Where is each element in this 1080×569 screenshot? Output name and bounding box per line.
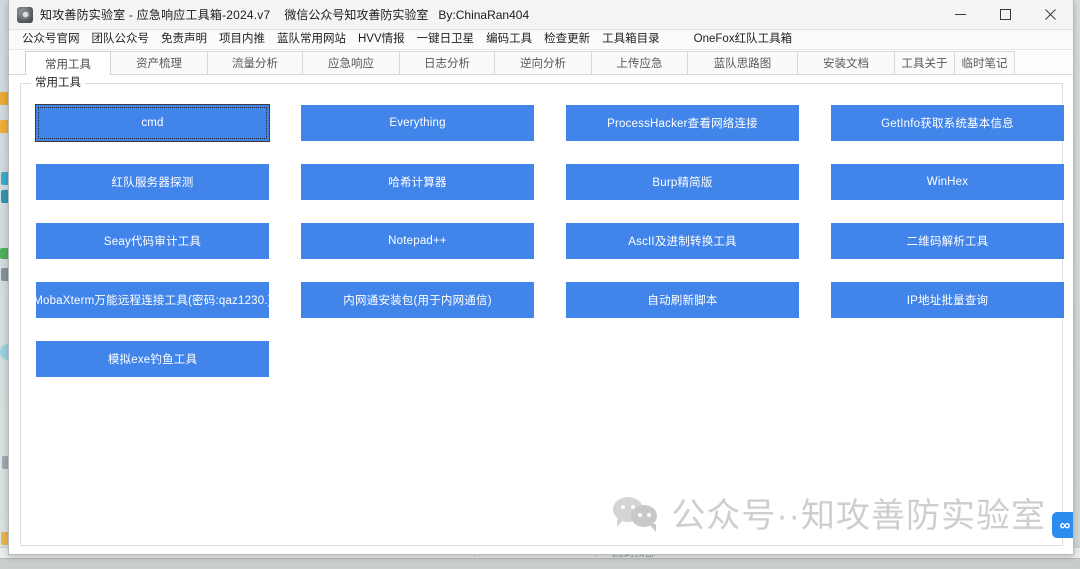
tool-button-processhacker[interactable]: ProcessHacker查看网络连接	[566, 105, 799, 141]
menu-item-gongjuxiang-mulu[interactable]: 工具箱目录	[596, 30, 666, 49]
groupbox-legend: 常用工具	[31, 76, 85, 90]
tab-nixiang-fenxi[interactable]: 逆向分析	[494, 51, 592, 74]
menu-item-yijian-riweixing[interactable]: 一键日卫星	[411, 30, 481, 49]
tool-button-burp-jingjianban[interactable]: Burp精简版	[566, 164, 799, 200]
tool-button-getinfo[interactable]: GetInfo获取系统基本信息	[831, 105, 1064, 141]
menu-item-jiancha-gengxin[interactable]: 检查更新	[538, 30, 596, 49]
tool-button-zidong-shuaxin-jiaoben[interactable]: 自动刷新脚本	[566, 282, 799, 318]
wechat-bubbles-icon	[613, 493, 667, 533]
tab-shangchuan-yingji[interactable]: 上传应急	[591, 51, 688, 74]
tools-groupbox: 常用工具 cmd Everything ProcessHacker查看网络连接 …	[20, 76, 1073, 546]
tool-button-everything[interactable]: Everything	[301, 105, 534, 141]
watermark-text: 公众号··知攻善防实验室	[671, 497, 1046, 535]
menu-bar: 公众号官网 团队公众号 免责声明 项目内推 蓝队常用网站 HVV情报 一键日卫星…	[9, 30, 1073, 50]
tab-yingji-xiangying[interactable]: 应急响应	[302, 51, 400, 74]
wechat-badge-icon: ∞	[1052, 512, 1073, 538]
taskbar[interactable]	[0, 558, 1080, 569]
tool-button-erweima-jiexi[interactable]: 二维码解析工具	[831, 223, 1064, 259]
tool-button-hash-jisuanqi[interactable]: 哈希计算器	[301, 164, 534, 200]
tab-zichan-shuli[interactable]: 资产梳理	[110, 51, 208, 74]
tab-gongju-guanyu[interactable]: 工具关于	[894, 51, 955, 74]
window-subtitle: 微信公众号知攻善防实验室	[284, 8, 429, 22]
tab-strip: 常用工具 资产梳理 流量分析 应急响应 日志分析 逆向分析 上传应急 蓝队思路图…	[9, 50, 1073, 75]
tool-button-mobaxterm[interactable]: MobaXterm万能远程连接工具(密码:qaz1230.)	[33, 282, 272, 318]
tool-button-winhex[interactable]: WinHex	[831, 164, 1064, 200]
tool-button-neiwangtong-anzhuangbao[interactable]: 内网通安装包(用于内网通信)	[301, 282, 534, 318]
tab-landui-siluotu[interactable]: 蓝队思路图	[687, 51, 798, 74]
menu-item-onefox-hongdui-gongjuxiang[interactable]: OneFox红队工具箱	[688, 30, 798, 49]
wechat-badge-glyph: ∞	[1059, 516, 1071, 534]
menu-item-landui-changyong-wangzhan[interactable]: 蓝队常用网站	[271, 30, 352, 49]
close-button[interactable]	[1028, 0, 1073, 29]
window-author: By:ChinaRan404	[438, 7, 530, 22]
tool-button-hongdui-fuwuqi-tance[interactable]: 红队服务器探测	[36, 164, 269, 200]
menu-item-hvv-qingbao[interactable]: HVV情报	[352, 30, 411, 49]
menu-item-tuandui-gongzhonghao[interactable]: 团队公众号	[86, 30, 156, 49]
maximize-button[interactable]	[983, 0, 1028, 29]
tab-anzhuang-wendang[interactable]: 安装文档	[797, 51, 895, 74]
tool-button-seay-daima-shenji[interactable]: Seay代码审计工具	[36, 223, 269, 259]
tab-changyong-gongju[interactable]: 常用工具	[25, 51, 111, 75]
menu-item-gongzhonghao-guanwang[interactable]: 公众号官网	[16, 30, 86, 49]
window-title: 知攻善防实验室 - 应急响应工具箱-2024.v7	[40, 8, 271, 22]
window-controls	[938, 0, 1073, 29]
tool-button-cmd[interactable]: cmd	[36, 105, 269, 141]
title-bar: 知攻善防实验室 - 应急响应工具箱-2024.v7 微信公众号知攻善防实验室 B…	[9, 0, 1073, 30]
app-window: 知攻善防实验室 - 应急响应工具箱-2024.v7 微信公众号知攻善防实验室 B…	[8, 0, 1074, 555]
menu-item-bianma-gongju[interactable]: 编码工具	[480, 30, 538, 49]
app-shield-icon	[17, 6, 33, 23]
menu-item-xiangmu-neitui[interactable]: 项目内推	[213, 30, 271, 49]
tool-button-ip-dizhi-piliang-chaxun[interactable]: IP地址批量查询	[831, 282, 1064, 318]
tab-liuliang-fenxi[interactable]: 流量分析	[207, 51, 303, 74]
tool-button-moni-exe-diaoyu[interactable]: 模拟exe钓鱼工具	[36, 341, 269, 377]
screen: 回到顶部 知攻善防实验室 - 应急响应工具箱-2024.v7 微信公众号知攻善防…	[0, 0, 1080, 569]
tab-panel-changyong-gongju: 常用工具 cmd Everything ProcessHacker查看网络连接 …	[9, 75, 1073, 554]
minimize-button[interactable]	[938, 0, 983, 29]
tab-linshi-biji[interactable]: 临时笔记	[954, 51, 1015, 74]
menu-item-mianze-shengming[interactable]: 免责声明	[155, 30, 213, 49]
tool-button-grid: cmd Everything ProcessHacker查看网络连接 GetIn…	[33, 105, 1064, 377]
tab-rizhi-fenxi[interactable]: 日志分析	[399, 51, 495, 74]
tool-button-notepadpp[interactable]: Notepad++	[301, 223, 534, 259]
tool-button-ascii-jinzhi-zhuanhuan[interactable]: AscII及进制转换工具	[566, 223, 799, 259]
watermark: 公众号··知攻善防实验室	[613, 488, 1046, 537]
